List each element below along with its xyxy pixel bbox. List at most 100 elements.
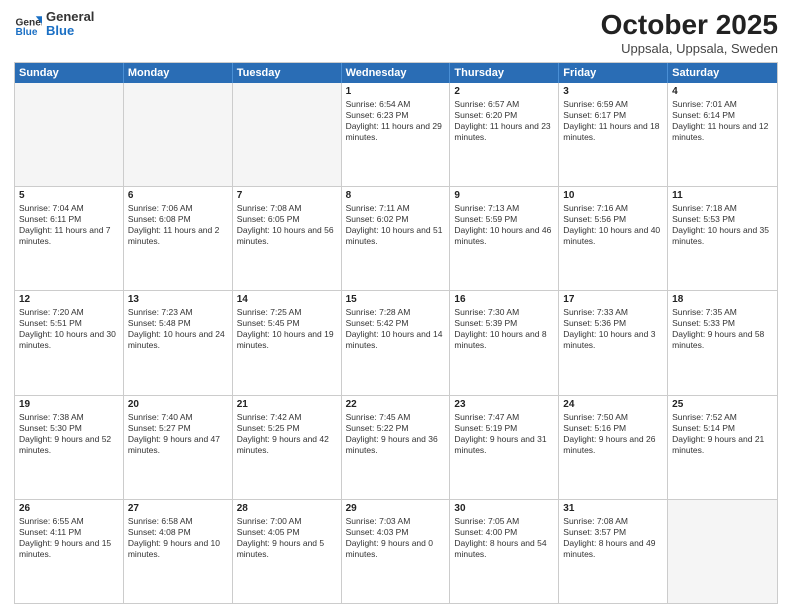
day-number: 9 <box>454 190 554 201</box>
calendar-row: 19 Sunrise: 7:38 AM Sunset: 5:30 PM Dayli… <box>15 396 777 500</box>
cell-info: Sunrise: 7:03 AM Sunset: 4:03 PM Dayligh… <box>346 516 446 560</box>
day-number: 31 <box>563 503 663 514</box>
svg-text:Blue: Blue <box>16 27 38 38</box>
cell-info: Sunrise: 7:04 AM Sunset: 6:11 PM Dayligh… <box>19 203 119 247</box>
cell-info: Sunrise: 7:45 AM Sunset: 5:22 PM Dayligh… <box>346 412 446 456</box>
calendar-cell: 25Sunrise: 7:52 AM Sunset: 5:14 PM Dayli… <box>668 396 777 499</box>
day-number: 19 <box>19 399 119 410</box>
day-number: 14 <box>237 294 337 305</box>
weekday-header: Thursday <box>450 63 559 83</box>
cell-info: Sunrise: 7:38 AM Sunset: 5:30 PM Dayligh… <box>19 412 119 456</box>
calendar-cell: 18 Sunrise: 7:35 AM Sunset: 5:33 PM Dayli… <box>668 291 777 394</box>
calendar: SundayMondayTuesdayWednesdayThursdayFrid… <box>14 62 778 604</box>
calendar-cell: 28Sunrise: 7:00 AM Sunset: 4:05 PM Dayli… <box>233 500 342 603</box>
cell-info: Sunrise: 7:35 AM Sunset: 5:33 PM Dayligh… <box>672 307 773 351</box>
cell-info: Sunrise: 7:33 AM Sunset: 5:36 PM Dayligh… <box>563 307 663 351</box>
cell-info: Sunrise: 7:23 AM Sunset: 5:48 PM Dayligh… <box>128 307 228 351</box>
day-number: 20 <box>128 399 228 410</box>
cell-info: Sunrise: 7:08 AM Sunset: 6:05 PM Dayligh… <box>237 203 337 247</box>
day-number: 22 <box>346 399 446 410</box>
calendar-cell: 9 Sunrise: 7:13 AM Sunset: 5:59 PM Daylig… <box>450 187 559 290</box>
calendar-cell: 22 Sunrise: 7:45 AM Sunset: 5:22 PM Dayli… <box>342 396 451 499</box>
cell-info: Sunrise: 7:42 AM Sunset: 5:25 PM Dayligh… <box>237 412 337 456</box>
calendar-cell: 1 Sunrise: 6:54 AM Sunset: 6:23 PM Daylig… <box>342 83 451 186</box>
cell-info: Sunrise: 7:30 AM Sunset: 5:39 PM Dayligh… <box>454 307 554 351</box>
cell-info: Sunrise: 7:28 AM Sunset: 5:42 PM Dayligh… <box>346 307 446 351</box>
calendar-cell <box>15 83 124 186</box>
cell-info: Sunrise: 6:58 AM Sunset: 4:08 PM Dayligh… <box>128 516 228 560</box>
cell-info: Sunrise: 7:50 AM Sunset: 5:16 PM Dayligh… <box>563 412 663 456</box>
day-number: 12 <box>19 294 119 305</box>
calendar-cell: 16Sunrise: 7:30 AM Sunset: 5:39 PM Dayli… <box>450 291 559 394</box>
calendar-row: 5 Sunrise: 7:04 AM Sunset: 6:11 PM Daylig… <box>15 187 777 291</box>
day-number: 29 <box>346 503 446 514</box>
day-number: 15 <box>346 294 446 305</box>
calendar-cell: 21 Sunrise: 7:42 AM Sunset: 5:25 PM Dayli… <box>233 396 342 499</box>
calendar-cell: 6Sunrise: 7:06 AM Sunset: 6:08 PM Daylig… <box>124 187 233 290</box>
month-title: October 2025 <box>601 10 778 41</box>
calendar-cell: 15 Sunrise: 7:28 AM Sunset: 5:42 PM Dayli… <box>342 291 451 394</box>
logo-icon: General Blue <box>14 10 42 38</box>
calendar-cell <box>233 83 342 186</box>
calendar-cell: 26Sunrise: 6:55 AM Sunset: 4:11 PM Dayli… <box>15 500 124 603</box>
cell-info: Sunrise: 7:40 AM Sunset: 5:27 PM Dayligh… <box>128 412 228 456</box>
day-number: 4 <box>672 86 773 97</box>
calendar-header: SundayMondayTuesdayWednesdayThursdayFrid… <box>15 63 777 83</box>
weekday-header: Monday <box>124 63 233 83</box>
cell-info: Sunrise: 7:18 AM Sunset: 5:53 PM Dayligh… <box>672 203 773 247</box>
day-number: 3 <box>563 86 663 97</box>
day-number: 7 <box>237 190 337 201</box>
calendar-cell: 27 Sunrise: 6:58 AM Sunset: 4:08 PM Dayli… <box>124 500 233 603</box>
calendar-cell: 31 Sunrise: 7:08 AM Sunset: 3:57 PM Dayli… <box>559 500 668 603</box>
calendar-cell: 17Sunrise: 7:33 AM Sunset: 5:36 PM Dayli… <box>559 291 668 394</box>
cell-info: Sunrise: 6:54 AM Sunset: 6:23 PM Dayligh… <box>346 99 446 143</box>
day-number: 1 <box>346 86 446 97</box>
weekday-header: Tuesday <box>233 63 342 83</box>
cell-info: Sunrise: 7:08 AM Sunset: 3:57 PM Dayligh… <box>563 516 663 560</box>
day-number: 5 <box>19 190 119 201</box>
cell-info: Sunrise: 7:01 AM Sunset: 6:14 PM Dayligh… <box>672 99 773 143</box>
day-number: 6 <box>128 190 228 201</box>
title-section: October 2025 Uppsala, Uppsala, Sweden <box>601 10 778 56</box>
cell-info: Sunrise: 7:00 AM Sunset: 4:05 PM Dayligh… <box>237 516 337 560</box>
day-number: 2 <box>454 86 554 97</box>
day-number: 24 <box>563 399 663 410</box>
cell-info: Sunrise: 6:59 AM Sunset: 6:17 PM Dayligh… <box>563 99 663 143</box>
day-number: 21 <box>237 399 337 410</box>
day-number: 25 <box>672 399 773 410</box>
day-number: 18 <box>672 294 773 305</box>
cell-info: Sunrise: 7:20 AM Sunset: 5:51 PM Dayligh… <box>19 307 119 351</box>
cell-info: Sunrise: 7:25 AM Sunset: 5:45 PM Dayligh… <box>237 307 337 351</box>
cell-info: Sunrise: 6:57 AM Sunset: 6:20 PM Dayligh… <box>454 99 554 143</box>
calendar-cell <box>668 500 777 603</box>
calendar-cell: 11Sunrise: 7:18 AM Sunset: 5:53 PM Dayli… <box>668 187 777 290</box>
calendar-cell: 30 Sunrise: 7:05 AM Sunset: 4:00 PM Dayli… <box>450 500 559 603</box>
calendar-cell: 12 Sunrise: 7:20 AM Sunset: 5:51 PM Dayli… <box>15 291 124 394</box>
day-number: 26 <box>19 503 119 514</box>
cell-info: Sunrise: 7:47 AM Sunset: 5:19 PM Dayligh… <box>454 412 554 456</box>
calendar-row: 12 Sunrise: 7:20 AM Sunset: 5:51 PM Dayli… <box>15 291 777 395</box>
calendar-cell: 24 Sunrise: 7:50 AM Sunset: 5:16 PM Dayli… <box>559 396 668 499</box>
calendar-cell: 19 Sunrise: 7:38 AM Sunset: 5:30 PM Dayli… <box>15 396 124 499</box>
calendar-cell: 2 Sunrise: 6:57 AM Sunset: 6:20 PM Daylig… <box>450 83 559 186</box>
calendar-cell: 10 Sunrise: 7:16 AM Sunset: 5:56 PM Dayli… <box>559 187 668 290</box>
cell-info: Sunrise: 7:13 AM Sunset: 5:59 PM Dayligh… <box>454 203 554 247</box>
cell-info: Sunrise: 7:05 AM Sunset: 4:00 PM Dayligh… <box>454 516 554 560</box>
calendar-cell: 4 Sunrise: 7:01 AM Sunset: 6:14 PM Daylig… <box>668 83 777 186</box>
calendar-row: 26Sunrise: 6:55 AM Sunset: 4:11 PM Dayli… <box>15 500 777 603</box>
cell-info: Sunrise: 7:11 AM Sunset: 6:02 PM Dayligh… <box>346 203 446 247</box>
weekday-header: Saturday <box>668 63 777 83</box>
calendar-cell: 7 Sunrise: 7:08 AM Sunset: 6:05 PM Daylig… <box>233 187 342 290</box>
calendar-row: 1 Sunrise: 6:54 AM Sunset: 6:23 PM Daylig… <box>15 83 777 187</box>
logo-general: General <box>46 10 94 24</box>
day-number: 30 <box>454 503 554 514</box>
cell-info: Sunrise: 7:16 AM Sunset: 5:56 PM Dayligh… <box>563 203 663 247</box>
day-number: 27 <box>128 503 228 514</box>
calendar-cell: 8Sunrise: 7:11 AM Sunset: 6:02 PM Daylig… <box>342 187 451 290</box>
day-number: 10 <box>563 190 663 201</box>
top-section: General Blue General Blue October 2025 U… <box>14 10 778 56</box>
location: Uppsala, Uppsala, Sweden <box>601 41 778 56</box>
weekday-header: Sunday <box>15 63 124 83</box>
calendar-cell: 23Sunrise: 7:47 AM Sunset: 5:19 PM Dayli… <box>450 396 559 499</box>
calendar-cell: 14 Sunrise: 7:25 AM Sunset: 5:45 PM Dayli… <box>233 291 342 394</box>
